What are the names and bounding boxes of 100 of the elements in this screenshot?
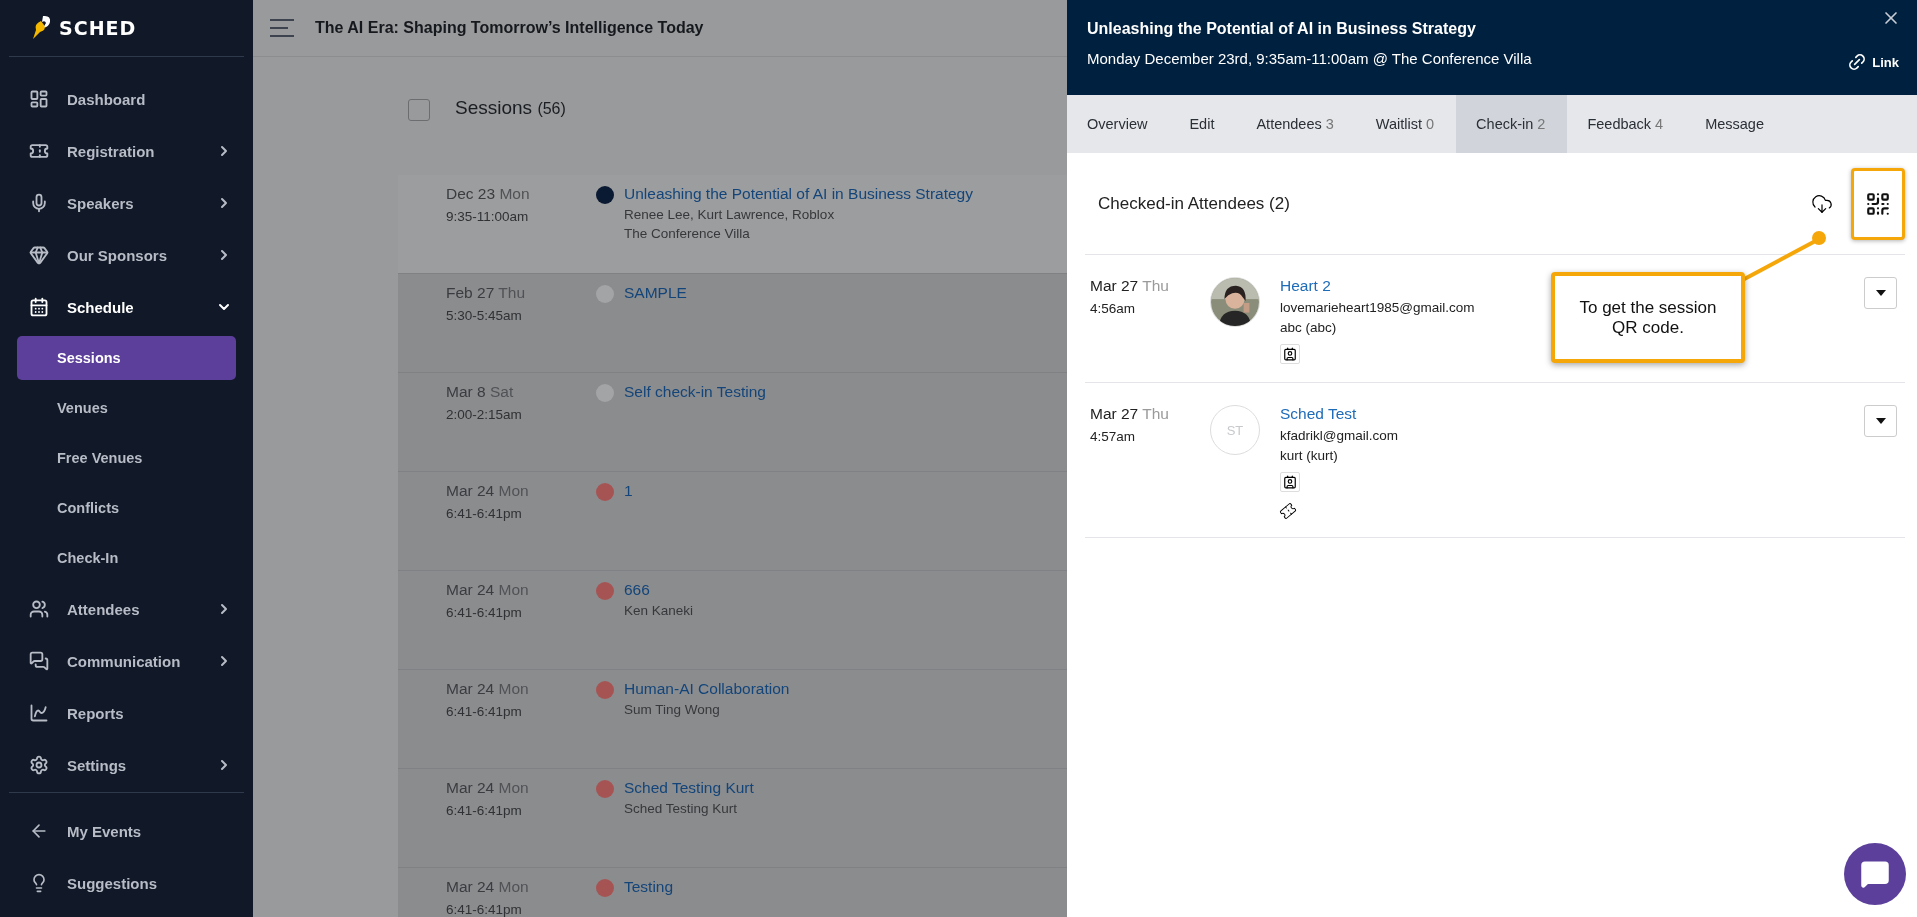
avatar: ST <box>1210 405 1260 455</box>
dashboard-icon <box>29 89 49 109</box>
session-time: 6:41-6:41pm <box>446 902 523 917</box>
session-row[interactable]: Mar 24 Mon 6:41-6:41pm 666 Ken Kaneki <box>398 571 1067 670</box>
contact-card-icon <box>1280 344 1300 364</box>
section-title: Checked-in Attendees (2) <box>1098 193 1291 214</box>
session-date: Mar 24 Mon <box>446 878 530 896</box>
sessions-heading: Sessions (56) <box>455 97 566 119</box>
submenu-item[interactable]: Conflicts <box>17 486 236 530</box>
session-row[interactable]: Mar 24 Mon 6:41-6:41pm Human-AI Collaboration Sum Ting Wong <box>398 670 1067 769</box>
session-row[interactable]: Mar 24 Mon 6:41-6:41pm Sched Testing Kurt Sched Testing Kurt <box>398 769 1067 868</box>
submenu-item[interactable]: Check-In <box>17 536 236 580</box>
sidebar-item[interactable]: Suggestions <box>9 857 244 909</box>
sidebar-item[interactable]: Settings <box>9 739 244 791</box>
sidebar-item[interactable]: Attendees <box>9 583 244 635</box>
checkin-time: 4:57am <box>1090 429 1137 444</box>
checkin-time: 4:56am <box>1090 301 1137 316</box>
sidebar-item[interactable]: Registration <box>9 125 244 177</box>
contact-card-icon <box>1280 472 1300 492</box>
tab[interactable]: Message <box>1685 95 1786 153</box>
sidebar-label: Settings <box>67 756 128 774</box>
checkin-date: Mar 27 Thu <box>1090 405 1170 423</box>
attendee-name-link[interactable]: Heart 2 <box>1280 277 1331 295</box>
chart-icon <box>29 703 49 723</box>
session-time: 2:00-2:15am <box>446 407 523 422</box>
sidebar-label: Our Sponsors <box>67 246 168 264</box>
callout-note: To get the session QR code. <box>1551 272 1745 363</box>
tab[interactable]: Check-in 2 <box>1456 95 1568 153</box>
session-date: Mar 8 Sat <box>446 383 515 401</box>
session-time: 9:35-11:00am <box>446 209 530 224</box>
attendee-email: lovemarieheart1985@gmail.com <box>1280 300 1475 315</box>
session-time: 6:41-6:41pm <box>446 803 523 818</box>
caret-icon <box>1875 290 1886 296</box>
session-time: 6:41-6:41pm <box>446 506 523 521</box>
tab[interactable]: Overview <box>1067 95 1170 153</box>
gem-icon <box>29 245 49 265</box>
sidebar-label: Communication <box>67 652 182 670</box>
panel-title: Unleashing the Potential of AI in Business Strategy <box>1087 20 1476 38</box>
session-date: Feb 27 Thu <box>446 284 526 302</box>
session-date: Dec 23 Mon <box>446 185 531 203</box>
sidebar-label: Reports <box>67 704 125 722</box>
logo-text: SCHED <box>59 17 137 39</box>
attendee-ticket: abc (abc) <box>1280 320 1337 335</box>
qr-code-icon <box>1865 190 1891 217</box>
attendee-name-link[interactable]: Sched Test <box>1280 405 1357 423</box>
tab[interactable]: Waitlist 0 <box>1355 95 1457 153</box>
sidebar-label: Suggestions <box>67 874 158 892</box>
logo-icon <box>31 15 53 41</box>
session-detail: Renee Lee, Kurt Lawrence, Roblox <box>624 207 836 222</box>
sidebar-item[interactable]: Speakers <box>9 177 244 229</box>
session-row[interactable]: Mar 8 Sat 2:00-2:15am Self check-in Testing <box>398 373 1067 472</box>
attendee-email: kfadrikl@gmail.com <box>1280 428 1398 443</box>
attendee-ticket: kurt (kurt) <box>1280 448 1338 463</box>
chat-icon <box>29 651 49 671</box>
sidebar-item[interactable]: Reports <box>9 687 244 739</box>
event-title: The AI Era: Shaping Tomorrow’s Intelligence Today <box>315 19 704 37</box>
sidebar-label: Registration <box>67 142 156 160</box>
session-title-link[interactable]: Unleashing the Potential of AI in Business Strategy <box>624 185 973 203</box>
session-time: 6:41-6:41pm <box>446 605 523 620</box>
dropdown-button[interactable] <box>1864 405 1897 437</box>
select-all-checkbox[interactable] <box>408 99 430 121</box>
tab[interactable]: Attendees 3 <box>1236 95 1356 153</box>
sidebar-label: Schedule <box>67 298 135 316</box>
session-detail: Sched Testing Kurt <box>624 801 739 816</box>
ticket-icon <box>29 141 49 161</box>
session-date: Mar 24 Mon <box>446 779 530 797</box>
sidebar-label: Dashboard <box>67 90 147 108</box>
session-row[interactable]: Feb 27 Thu 5:30-5:45am SAMPLE <box>398 274 1067 373</box>
tab[interactable]: Edit <box>1169 95 1237 153</box>
menu-icon[interactable] <box>269 18 295 38</box>
submenu-item[interactable]: Free Venues <box>17 436 236 480</box>
session-detail: Sum Ting Wong <box>624 702 721 717</box>
caret-icon <box>1875 418 1886 424</box>
session-time: 6:41-6:41pm <box>446 704 523 719</box>
session-date: Mar 24 Mon <box>446 482 530 500</box>
calendar-icon <box>29 297 49 317</box>
submenu-item[interactable]: Sessions <box>17 336 236 380</box>
sidebar-label: My Events <box>67 822 143 840</box>
sidebar-item[interactable]: Dashboard <box>9 73 244 125</box>
session-row[interactable]: Mar 24 Mon 6:41-6:41pm 1 <box>398 472 1067 571</box>
sidebar-item[interactable]: Communication <box>9 635 244 687</box>
sidebar-item[interactable]: My Events <box>9 805 244 857</box>
settings-icon <box>29 755 49 775</box>
sidebar-item[interactable]: Schedule <box>9 281 244 333</box>
session-detail: The Conference Villa <box>624 226 751 241</box>
submenu-item[interactable]: Venues <box>17 386 236 430</box>
sidebar-item[interactable]: Our Sponsors <box>9 229 244 281</box>
session-row[interactable]: Mar 24 Mon 6:41-6:41pm Testing <box>398 868 1067 917</box>
checkin-date: Mar 27 Thu <box>1090 277 1170 295</box>
qr-code-button[interactable] <box>1851 167 1905 240</box>
sidebar-label: Attendees <box>67 600 141 618</box>
dropdown-button[interactable] <box>1864 277 1897 309</box>
panel-subtitle: Monday December 23rd, 9:35am-11:00am @ The Conference Villa <box>1087 50 1532 67</box>
session-date: Mar 24 Mon <box>446 680 530 698</box>
session-time: 5:30-5:45am <box>446 308 523 323</box>
link-button[interactable]: Link <box>1841 51 1905 73</box>
tab[interactable]: Feedback 4 <box>1567 95 1686 153</box>
sidebar-label: Speakers <box>67 194 135 212</box>
users-icon <box>29 599 49 619</box>
microphone-icon <box>29 193 49 213</box>
